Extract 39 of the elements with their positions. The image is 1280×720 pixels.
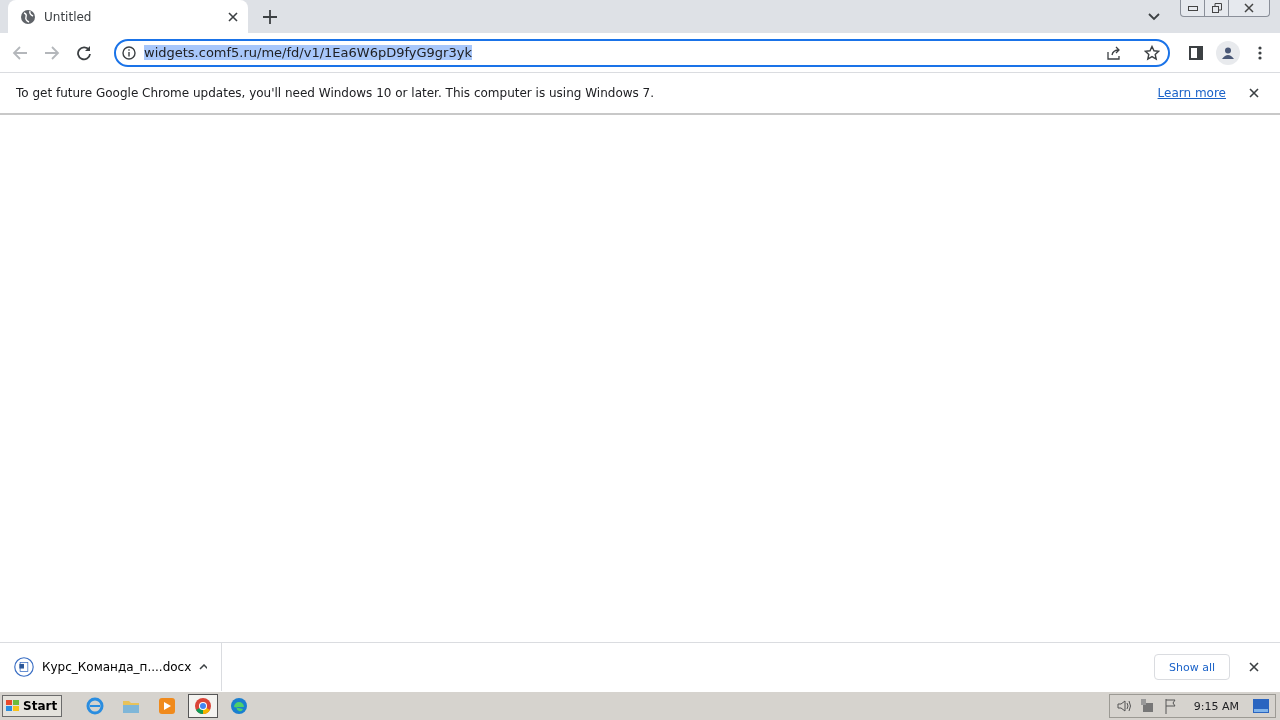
speaker-icon[interactable] [1115,699,1132,713]
info-icon [122,45,136,60]
show-desktop-icon[interactable] [1253,699,1269,713]
plus-icon [263,9,277,24]
network-icon[interactable] [1139,698,1156,714]
caret-icon[interactable] [199,664,207,670]
browser-tab[interactable]: Untitled [8,0,248,33]
chrome-icon [194,697,213,715]
close-icon[interactable] [228,11,238,22]
side-panel-icon [1189,45,1203,60]
reload-icon [76,44,92,61]
restore-icon [1211,3,1222,13]
arrow-left-icon [12,44,28,61]
browser-e-icon [86,697,105,715]
update-message: To get future Google Chrome updates, you'll need Windows 10 or later. This computer is using Windows 7. [16,86,656,100]
close-icon [1249,88,1259,98]
minimize-icon [1187,5,1198,11]
close-icon [1249,662,1259,672]
star-icon[interactable] [1144,44,1160,61]
person-icon [1221,45,1235,60]
windows-logo [5,699,21,713]
globe-icon [20,8,36,25]
clock: 9:15 AM [1193,699,1239,713]
edge-icon [230,697,249,715]
arrow-right-icon [44,44,60,61]
menu-icon [1258,45,1262,60]
profile-avatar[interactable] [1216,40,1240,65]
close-icon [1244,3,1254,13]
taskbar-app[interactable] [188,694,219,718]
address-bar[interactable]: widgets.comf5.ru/me/fd/v1/1Ea6W6pD9fyG9gr3yk [114,38,1170,67]
document-icon [14,654,34,680]
show-all-button[interactable]: Show all [1153,654,1230,680]
share-icon[interactable] [1106,44,1122,61]
learn-more-link[interactable]: Learn more [1157,86,1226,100]
media-player-icon [158,697,177,715]
url-text: widgets.comf5.ru/me/fd/v1/1Ea6W6pD9fyG9gr3yk [144,45,472,60]
flag-icon[interactable] [1163,698,1178,714]
start-button[interactable]: Start [2,695,63,717]
chevron-down-icon [1148,12,1160,21]
